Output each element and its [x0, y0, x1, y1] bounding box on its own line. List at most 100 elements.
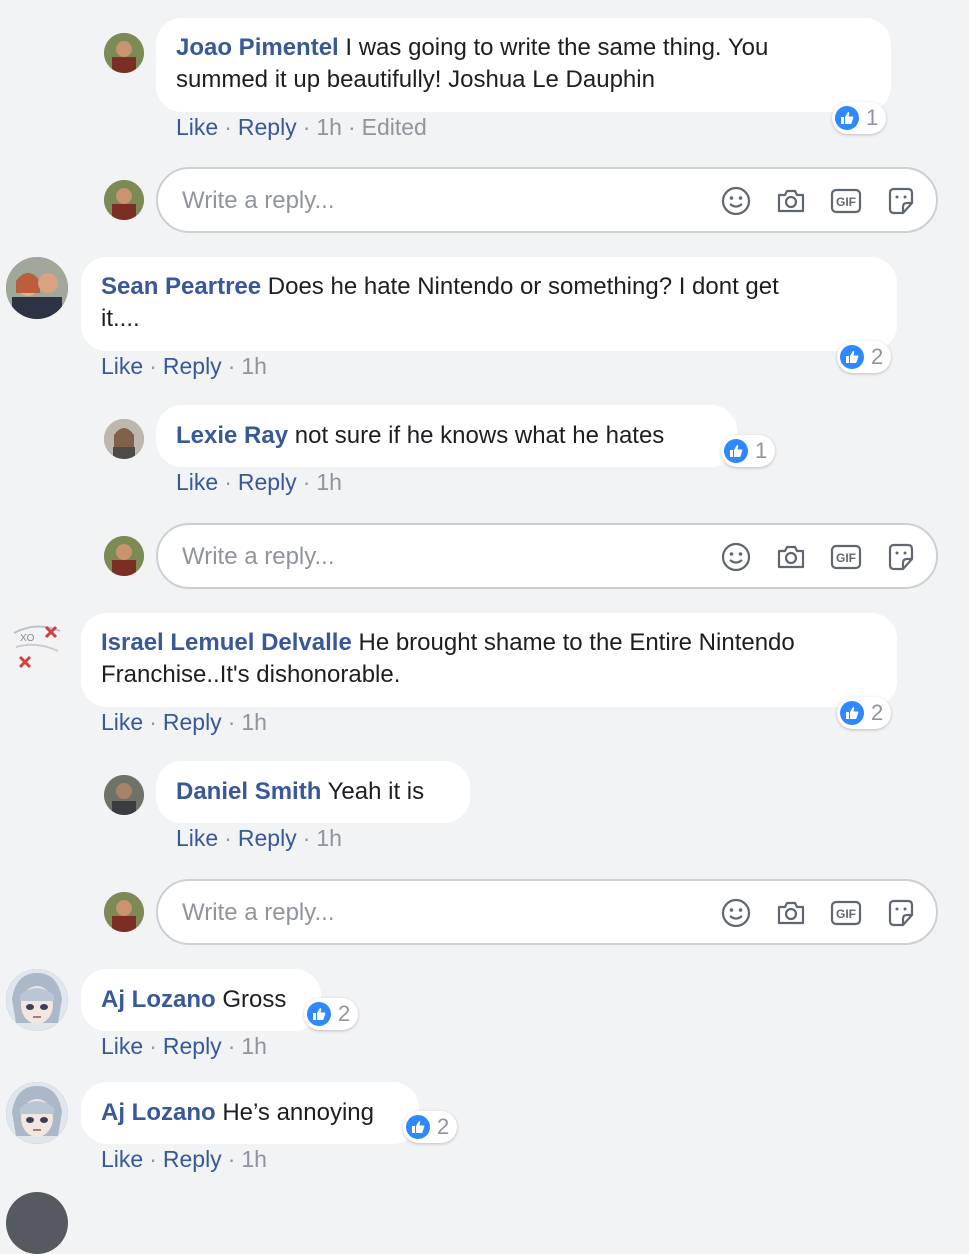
comment-author[interactable]: Joao Pimentel	[176, 34, 339, 61]
timestamp[interactable]: 1h	[241, 353, 267, 379]
timestamp[interactable]: 1h	[241, 1146, 267, 1172]
sticker-icon[interactable]	[885, 541, 917, 573]
reply-link[interactable]: Reply	[238, 114, 297, 140]
comment-text: He’s annoying	[222, 1099, 374, 1126]
reaction-badge[interactable]: 1	[832, 102, 887, 134]
camera-icon[interactable]	[775, 541, 807, 573]
thumbs-up-icon	[307, 1002, 331, 1026]
comment-text: it....	[101, 305, 140, 332]
reaction-badge[interactable]: 2	[837, 341, 892, 373]
svg-text:GIF: GIF	[836, 195, 856, 209]
timestamp[interactable]: 1h	[316, 825, 342, 851]
thumbs-up-icon	[724, 439, 748, 463]
sticker-icon[interactable]	[885, 897, 917, 929]
comment-bubble: Israel Lemuel Delvalle He brought shame …	[81, 613, 897, 707]
comment-bubble: Sean Peartree Does he hate Nintendo or s…	[81, 257, 897, 351]
reaction-badge[interactable]: 2	[403, 1111, 458, 1143]
thumbs-up-icon	[406, 1115, 430, 1139]
reaction-count: 1	[866, 105, 879, 130]
like-link[interactable]: Like	[176, 114, 218, 140]
like-link[interactable]: Like	[101, 1033, 143, 1059]
reaction-count: 2	[871, 700, 884, 725]
thumbs-up-icon	[840, 345, 864, 369]
like-link[interactable]: Like	[176, 469, 218, 495]
comment-actions: Like · Reply · 1h	[101, 709, 267, 735]
svg-text:GIF: GIF	[836, 907, 856, 921]
reply-link[interactable]: Reply	[163, 1146, 222, 1172]
avatar[interactable]	[104, 775, 144, 815]
smiley-icon[interactable]	[720, 541, 752, 573]
reaction-count: 2	[871, 344, 884, 369]
timestamp[interactable]: 1h	[316, 469, 342, 495]
comment-author[interactable]: Lexie Ray	[176, 422, 288, 449]
edited-label[interactable]: Edited	[362, 114, 427, 140]
avatar[interactable]: XO	[6, 613, 68, 675]
reply-input[interactable]	[180, 895, 684, 931]
comment-text: He brought shame to the Entire Nintendo	[358, 629, 795, 656]
comment-text: Franchise..It's dishonorable.	[101, 661, 401, 688]
comment-bubble: Aj Lozano He’s annoying	[81, 1082, 419, 1144]
avatar[interactable]	[104, 419, 144, 459]
avatar[interactable]	[6, 257, 68, 319]
svg-text:XO: XO	[20, 633, 35, 644]
gif-icon[interactable]: GIF	[830, 541, 862, 573]
like-link[interactable]: Like	[101, 353, 143, 379]
gif-icon[interactable]: GIF	[830, 897, 862, 929]
comment-actions: Like · Reply · 1h	[101, 1033, 267, 1059]
comment-text: I was going to write the same thing. You	[345, 34, 769, 61]
comment-bubble: Daniel Smith Yeah it is	[156, 761, 470, 823]
comment-text: Does he hate Nintendo or something? I do…	[267, 273, 779, 300]
like-link[interactable]: Like	[176, 825, 218, 851]
reaction-badge[interactable]: 2	[837, 697, 892, 729]
gif-icon[interactable]: GIF	[830, 185, 862, 217]
avatar[interactable]	[6, 969, 68, 1031]
current-user-avatar	[104, 180, 144, 220]
timestamp[interactable]: 1h	[241, 709, 267, 735]
reply-link[interactable]: Reply	[238, 825, 297, 851]
thumbs-up-icon	[840, 701, 864, 725]
comment-text: not sure if he knows what he hates	[294, 422, 665, 449]
avatar[interactable]	[6, 1192, 68, 1254]
comment-bubble: Aj Lozano Gross	[81, 969, 321, 1031]
reply-link[interactable]: Reply	[163, 709, 222, 735]
reaction-count: 2	[437, 1114, 450, 1139]
reply-link[interactable]: Reply	[163, 1033, 222, 1059]
timestamp[interactable]: 1h	[316, 114, 342, 140]
comment-text: Yeah it is	[327, 778, 425, 805]
reply-link[interactable]: Reply	[238, 469, 297, 495]
comment-text: Gross	[222, 986, 287, 1013]
current-user-avatar	[104, 536, 144, 576]
reply-link[interactable]: Reply	[163, 353, 222, 379]
sticker-icon[interactable]	[885, 185, 917, 217]
comment-author[interactable]: Aj Lozano	[101, 1099, 216, 1126]
smiley-icon[interactable]	[720, 185, 752, 217]
reply-input[interactable]	[180, 183, 684, 219]
comment-actions: Like · Reply · 1h	[101, 353, 267, 379]
avatar[interactable]	[104, 33, 144, 73]
current-user-avatar	[104, 892, 144, 932]
timestamp[interactable]: 1h	[241, 1033, 267, 1059]
comment-actions: Like · Reply · 1h · Edited	[176, 114, 427, 140]
comment-actions: Like · Reply · 1h	[176, 469, 342, 495]
avatar[interactable]	[6, 1082, 68, 1144]
svg-text:GIF: GIF	[836, 551, 856, 565]
comment-author[interactable]: Daniel Smith	[176, 778, 321, 805]
like-link[interactable]: Like	[101, 709, 143, 735]
comment-actions: Like · Reply · 1h	[176, 825, 342, 851]
comment-author[interactable]: Sean Peartree	[101, 273, 261, 300]
comment-bubble: Lexie Ray not sure if he knows what he h…	[156, 405, 737, 467]
comment-author[interactable]: Aj Lozano	[101, 986, 216, 1013]
camera-icon[interactable]	[775, 897, 807, 929]
reply-composer: GIF	[156, 523, 938, 589]
camera-icon[interactable]	[775, 185, 807, 217]
reaction-badge[interactable]: 1	[721, 435, 776, 467]
reaction-count: 1	[755, 438, 768, 463]
reaction-badge[interactable]: 2	[304, 998, 359, 1030]
smiley-icon[interactable]	[720, 897, 752, 929]
comment-actions: Like · Reply · 1h	[101, 1146, 267, 1172]
comment-bubble: Joao Pimentel I was going to write the s…	[156, 18, 891, 112]
like-link[interactable]: Like	[101, 1146, 143, 1172]
reply-input[interactable]	[180, 539, 684, 575]
reply-composer: GIF	[156, 879, 938, 945]
comment-author[interactable]: Israel Lemuel Delvalle	[101, 629, 352, 656]
